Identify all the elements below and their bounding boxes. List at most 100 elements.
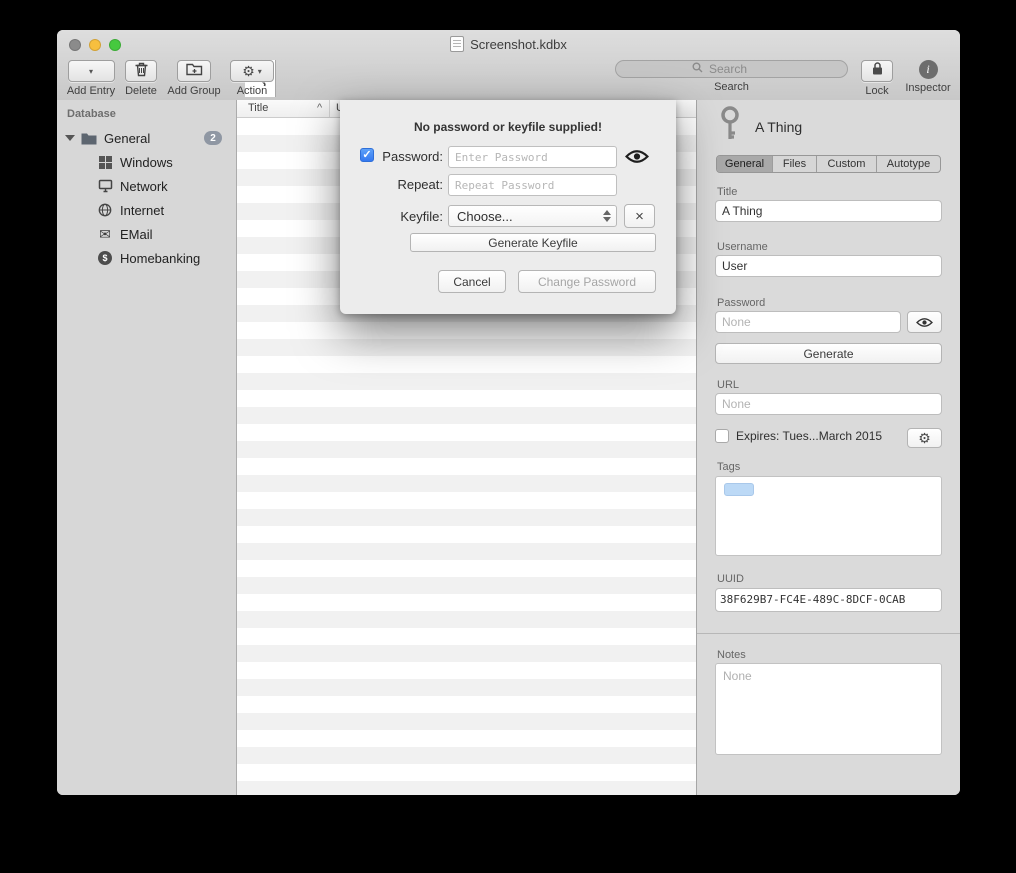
expires-checkbox[interactable] <box>715 429 729 443</box>
lock-label: Lock <box>865 85 888 97</box>
sidebar-item-label: Homebanking <box>120 251 200 266</box>
dialog-reveal-password-button[interactable] <box>625 149 649 164</box>
delete-label: Delete <box>125 85 157 97</box>
add-entry-label: Add Entry <box>67 85 115 97</box>
lock-icon <box>871 61 884 81</box>
cancel-button[interactable]: Cancel <box>438 270 506 293</box>
username-field[interactable] <box>715 255 942 277</box>
sidebar-item-label: Internet <box>120 203 164 218</box>
inspector-divider <box>697 633 960 634</box>
inspector-label: Inspector <box>905 82 950 94</box>
generate-button-label: Generate <box>803 347 853 361</box>
title-field[interactable] <box>715 200 942 222</box>
folder-icon <box>81 130 97 146</box>
dialog-password-label: Password: <box>370 149 443 164</box>
gear-icon: ⚙ <box>918 431 931 445</box>
toolbar-add-entry: ▾ Add Entry <box>65 60 117 97</box>
dialog-password-input[interactable] <box>448 146 617 168</box>
sidebar-item-homebanking[interactable]: $ Homebanking <box>57 246 236 270</box>
toolbar-add-group: Add Group <box>165 60 223 97</box>
sort-indicator-icon: ^ <box>317 102 322 114</box>
toolbar-inspector: i Inspector <box>900 60 956 94</box>
entry-key-icon <box>717 106 743 145</box>
username-label: Username <box>717 241 768 253</box>
inspector-panel: A Thing General Files Custom Autotype Ti… <box>696 100 960 795</box>
generate-password-button[interactable]: Generate <box>715 343 942 364</box>
notes-field[interactable]: None <box>715 663 942 755</box>
toolbar-delete: Delete <box>123 60 159 97</box>
toolbar-action: ⚙ ▾ Action <box>229 60 275 97</box>
password-field[interactable] <box>715 311 901 333</box>
dialog-message: No password or keyfile supplied! <box>340 120 676 134</box>
url-field[interactable] <box>715 393 942 415</box>
delete-button[interactable] <box>125 60 157 82</box>
sidebar-item-internet[interactable]: Internet <box>57 198 236 222</box>
tab-files[interactable]: Files <box>773 156 817 172</box>
globe-icon <box>97 202 113 218</box>
keyfile-popup-value: Choose... <box>457 209 513 224</box>
folder-plus-icon <box>186 62 203 81</box>
entry-count-badge: 2 <box>204 131 222 145</box>
keyfile-popup[interactable]: Choose... <box>448 205 617 227</box>
titlebar: Screenshot.kdbx <box>57 30 960 58</box>
sidebar-item-windows[interactable]: Windows <box>57 150 236 174</box>
add-group-button[interactable] <box>177 60 211 82</box>
window-title: Screenshot.kdbx <box>470 37 567 52</box>
sidebar-item-network[interactable]: Network <box>57 174 236 198</box>
action-button[interactable]: ⚙ ▾ <box>230 60 274 82</box>
network-icon <box>97 178 113 194</box>
homebanking-icon: $ <box>97 250 113 266</box>
inspector-info-icon[interactable]: i <box>919 60 938 79</box>
sidebar-item-email[interactable]: ✉ EMail <box>57 222 236 246</box>
add-entry-dropdown-arrow[interactable]: ▾ <box>84 61 99 81</box>
inspector-tabs: General Files Custom Autotype <box>716 155 941 173</box>
app-window: Screenshot.kdbx ▾ Add Entry <box>57 30 960 795</box>
disclosure-triangle-icon[interactable] <box>65 135 75 141</box>
tags-box[interactable] <box>715 476 942 556</box>
dialog-keyfile-label: Keyfile: <box>370 209 443 224</box>
close-x-icon: × <box>635 208 644 225</box>
uuid-field[interactable]: 38F629B7-FC4E-489C-8DCF-0CAB <box>715 588 942 612</box>
sidebar-group-general[interactable]: General 2 <box>57 126 236 150</box>
reveal-password-button[interactable] <box>907 311 942 333</box>
search-label: Search <box>714 81 749 93</box>
gear-icon: ⚙ <box>242 64 255 78</box>
change-password-label: Change Password <box>538 275 636 289</box>
column-divider[interactable] <box>329 100 330 117</box>
expires-settings-button[interactable]: ⚙ <box>907 428 942 448</box>
sidebar-header: Database <box>67 108 116 120</box>
tab-general[interactable]: General <box>717 156 773 172</box>
eye-icon <box>916 317 933 328</box>
clear-keyfile-button[interactable]: × <box>624 204 655 228</box>
tags-label: Tags <box>717 461 740 473</box>
expires-label: Expires: Tues...March 2015 <box>736 429 882 443</box>
sidebar-group-label: General <box>104 131 150 146</box>
search-input[interactable] <box>707 61 771 77</box>
popup-stepper-icon <box>603 210 611 222</box>
lock-button[interactable] <box>861 60 893 82</box>
search-field[interactable] <box>615 60 848 78</box>
uuid-label: UUID <box>717 573 744 585</box>
search-icon <box>692 60 703 78</box>
generate-keyfile-label: Generate Keyfile <box>488 236 577 250</box>
tab-autotype[interactable]: Autotype <box>877 156 940 172</box>
tag-chip[interactable] <box>724 483 754 496</box>
document-icon <box>450 36 464 52</box>
generate-keyfile-button[interactable]: Generate Keyfile <box>410 233 656 252</box>
windows-icon <box>97 154 113 170</box>
entry-title: A Thing <box>755 119 802 135</box>
toolbar-search: Search <box>615 60 848 93</box>
notes-label: Notes <box>717 649 746 661</box>
dialog-repeat-input[interactable] <box>448 174 617 196</box>
sidebar: Database General 2 Windows Network <box>57 100 237 795</box>
email-icon: ✉ <box>97 226 113 242</box>
column-header-title[interactable]: Title <box>248 102 268 114</box>
change-password-button[interactable]: Change Password <box>518 270 656 293</box>
cancel-button-label: Cancel <box>453 275 490 289</box>
add-entry-button[interactable]: ▾ <box>68 60 115 82</box>
tab-custom[interactable]: Custom <box>817 156 877 172</box>
toolbar: ▾ Add Entry Delete Add Group <box>57 58 960 100</box>
add-group-label: Add Group <box>167 85 220 97</box>
title-label: Title <box>717 186 737 198</box>
url-label: URL <box>717 379 739 391</box>
